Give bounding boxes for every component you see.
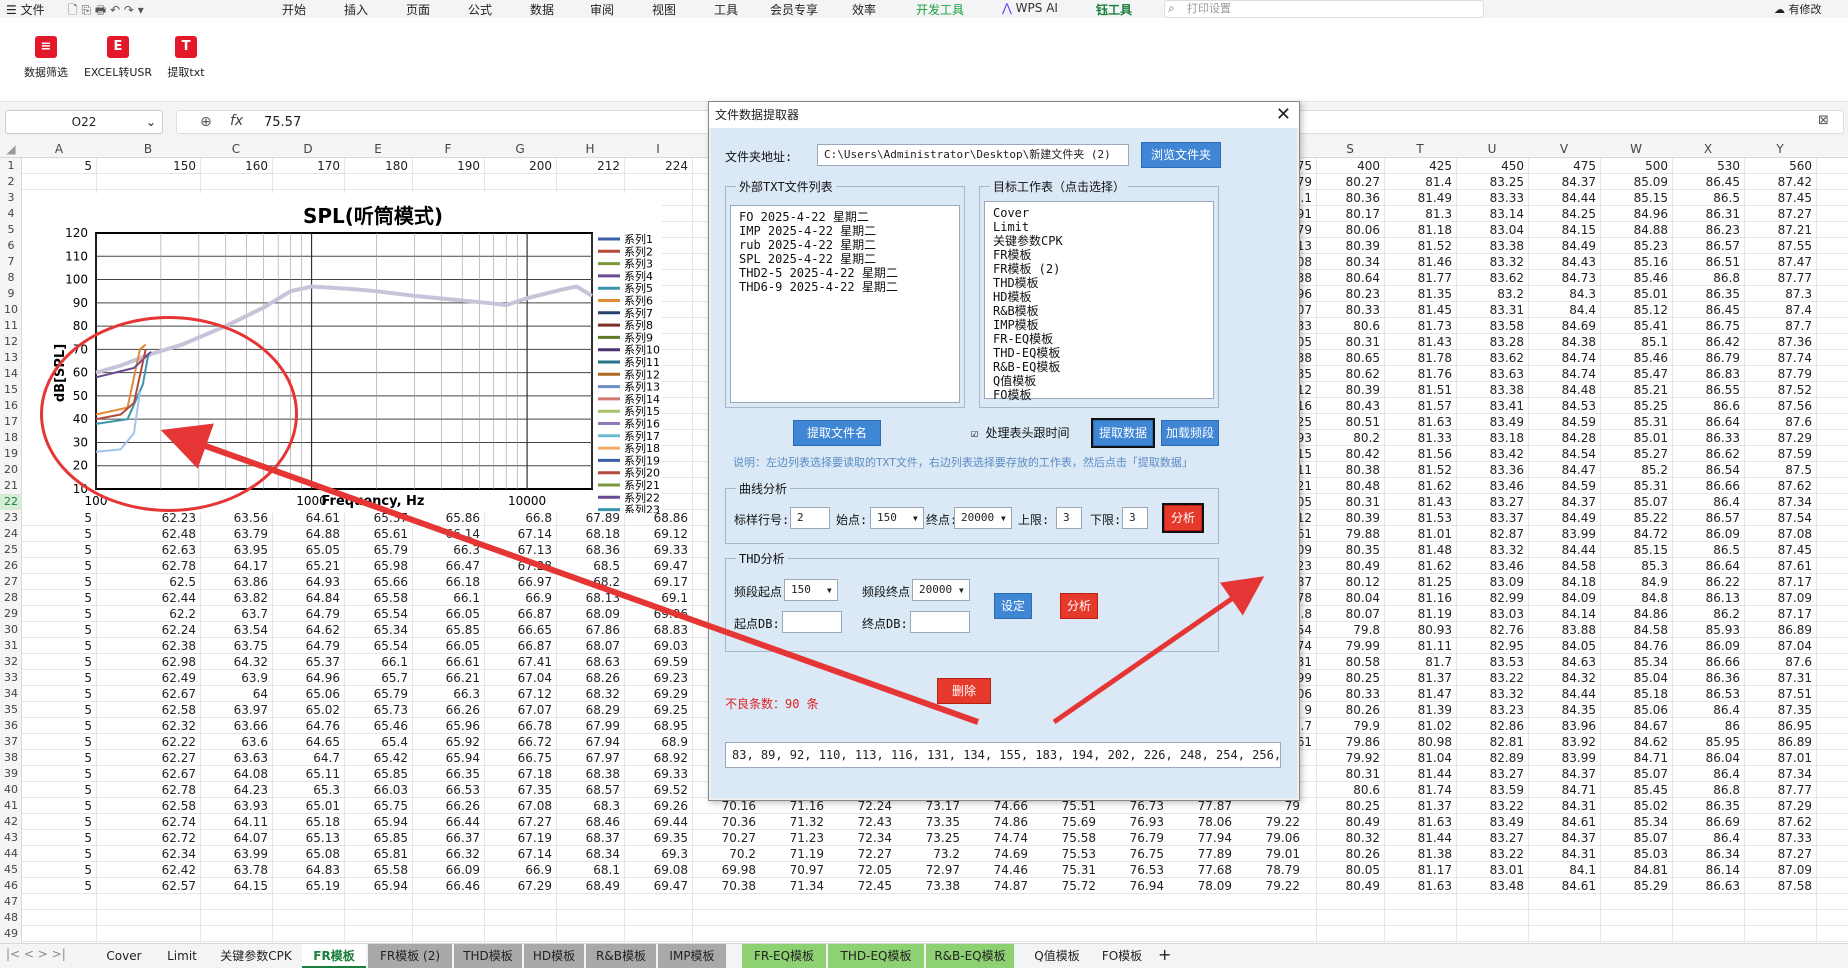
sheet-tab[interactable]: THD-EQ模板 <box>828 944 924 968</box>
sheet-tab[interactable]: Cover <box>96 944 152 968</box>
sheet-tab-bar: |< < > >| Cover Limit 关键参数CPK FR模板 FR模板 (2) T… <box>0 943 1848 968</box>
sheet-tab[interactable]: HD模板 <box>524 944 584 968</box>
sheet-tab[interactable]: IMP模板 <box>658 944 726 968</box>
arrow-to-analyze <box>1052 576 1265 725</box>
sheet-tab[interactable]: R&B-EQ模板 <box>926 944 1014 968</box>
sheet-tab[interactable]: FR-EQ模板 <box>742 944 826 968</box>
sheet-tab[interactable]: Limit <box>154 944 210 968</box>
sheet-tab[interactable]: FR模板 <box>302 944 366 968</box>
add-sheet-icon[interactable]: + <box>1158 945 1171 964</box>
sheet-tab[interactable]: FO模板 <box>1092 944 1152 968</box>
tab-nav-icon[interactable]: |< < > >| <box>6 947 66 961</box>
spreadsheet-app: { "menubar": { "items": ["文件","开始","插入",… <box>0 0 1848 968</box>
arrow-to-chart <box>160 423 980 725</box>
sheet-tab[interactable]: R&B模板 <box>586 944 656 968</box>
annotation-arrows <box>160 423 1265 725</box>
sheet-tab[interactable]: FR模板 (2) <box>368 944 452 968</box>
sheet-tab[interactable]: Q值模板 <box>1024 944 1090 968</box>
sheet-tab[interactable]: THD模板 <box>454 944 522 968</box>
sheet-tab[interactable]: 关键参数CPK <box>212 944 300 968</box>
